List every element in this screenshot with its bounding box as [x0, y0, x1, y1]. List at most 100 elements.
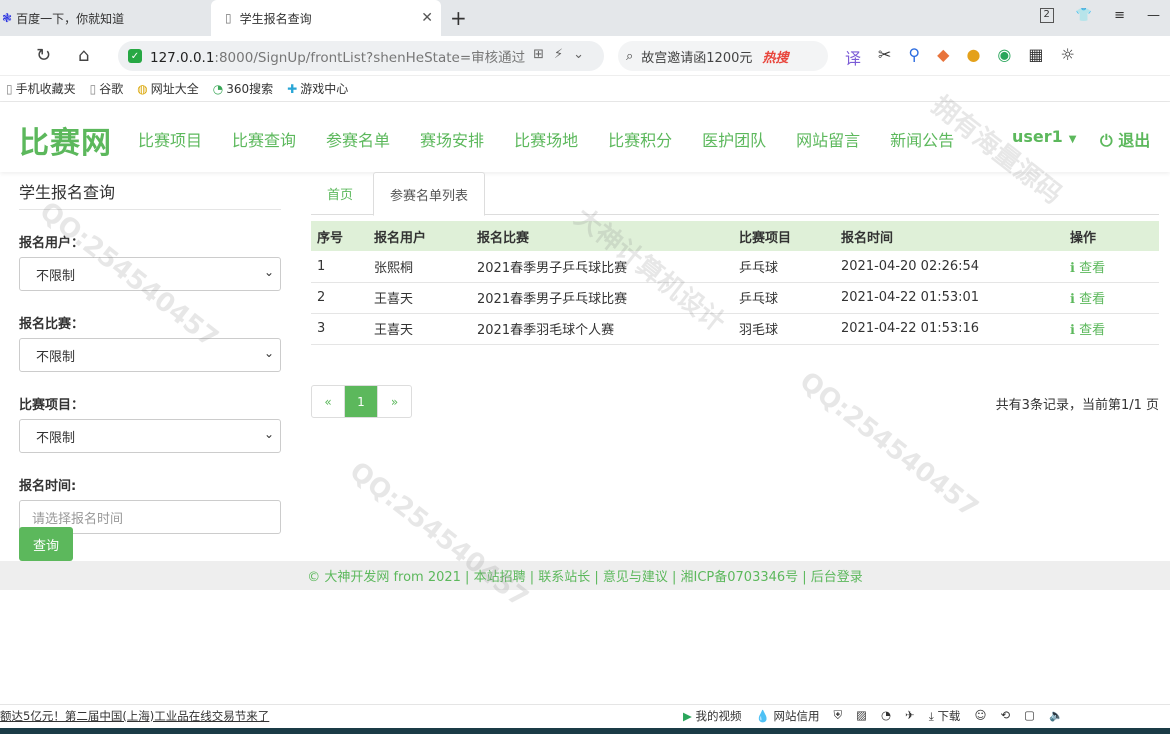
- tab-signup-list[interactable]: 参赛名单列表: [373, 172, 486, 216]
- field-label: 报名用户：: [19, 236, 85, 251]
- next-page-button[interactable]: »: [378, 386, 411, 417]
- site-logo[interactable]: 比赛网: [19, 118, 112, 162]
- site-header: 比赛网 比赛项目 比赛查询 参赛名单 赛场安排 比赛场地 比赛积分 医护团队 网…: [0, 102, 1170, 172]
- baidu-favicon-icon: ❃: [2, 11, 13, 25]
- nav-item[interactable]: 比赛积分: [608, 127, 672, 151]
- query-button[interactable]: 查询: [19, 527, 73, 561]
- browser-toolbar: ↻ ⌂ ✓ 127.0.0.1:8000/SignUp/frontList?sh…: [0, 36, 1170, 76]
- green-app-icon[interactable]: ◉: [997, 45, 1011, 69]
- tab-home[interactable]: 首页: [311, 172, 369, 215]
- rocket-icon[interactable]: ✈: [905, 708, 915, 724]
- cell-item: 乒乓球: [733, 251, 835, 283]
- site-credit-button[interactable]: 💧 网站信用: [756, 708, 820, 724]
- translate-icon[interactable]: 译: [845, 45, 861, 69]
- column-header: 报名时间: [835, 221, 1064, 251]
- speed-icon[interactable]: ◔: [881, 708, 891, 724]
- drop-icon: 💧: [755, 709, 770, 723]
- window-icon[interactable]: ▢: [1024, 708, 1035, 724]
- logout-link[interactable]: ⏻ 退出: [1100, 127, 1150, 151]
- news-ticker-link[interactable]: 额达5亿元！第二届中国(上海)工业品在线交易节来了: [0, 708, 269, 724]
- nav-item[interactable]: 比赛场地: [514, 127, 578, 151]
- new-tab-icon[interactable]: +: [450, 6, 467, 30]
- volume-icon[interactable]: 🔈: [1049, 708, 1063, 724]
- item-select[interactable]: 不限制 ⌄: [19, 419, 281, 453]
- table-row: 2 王喜天 2021春季男子乒乓球比赛 乒乓球 2021-04-22 01:53…: [311, 282, 1159, 314]
- download-button[interactable]: ⤓ 下载: [929, 708, 961, 724]
- tab-title: 学生报名查询: [239, 11, 312, 26]
- match-select[interactable]: 不限制 ⌄: [19, 338, 281, 372]
- view-link[interactable]: ℹ 查看: [1064, 313, 1159, 345]
- nav-item[interactable]: 新闻公告: [890, 127, 954, 151]
- browser-tab-bar: ❃ 百度一下，你就知道 ▯ 学生报名查询 ✕ + 2 👕 ≡ —: [0, 0, 1170, 36]
- content-tabs: 首页 参赛名单列表: [311, 172, 1159, 216]
- info-icon: ℹ: [1070, 260, 1075, 276]
- view-link[interactable]: ℹ 查看: [1064, 282, 1159, 314]
- user-menu[interactable]: user1 ▼: [1012, 127, 1077, 146]
- field-label: 比赛项目：: [19, 398, 85, 413]
- my-video-button[interactable]: ▶ 我的视频: [683, 708, 742, 724]
- nav-item[interactable]: 赛场安排: [420, 127, 484, 151]
- page-icon: ▯: [225, 11, 232, 25]
- robot-icon[interactable]: ☺: [974, 708, 986, 724]
- skin-icon[interactable]: 👕: [1076, 8, 1092, 23]
- browser-tab-active[interactable]: ▯ 学生报名查询 ✕: [211, 0, 441, 36]
- view-link[interactable]: ℹ 查看: [1064, 251, 1159, 283]
- chevron-down-icon: ⌄: [263, 427, 274, 441]
- bookmark-item[interactable]: ▯ 手机收藏夹: [6, 80, 76, 97]
- page-1-button[interactable]: 1: [345, 386, 378, 417]
- sun-icon[interactable]: ☼: [1061, 45, 1075, 69]
- grid-icon[interactable]: ▦: [1028, 45, 1043, 69]
- download-icon: ⤓: [928, 709, 934, 723]
- info-icon: ℹ: [1070, 292, 1075, 307]
- hot-search-badge: 热搜: [762, 50, 789, 66]
- menu-icon[interactable]: ≡: [1114, 8, 1125, 23]
- scissors-icon[interactable]: ✂: [878, 45, 891, 69]
- reload-icon[interactable]: ↻: [36, 45, 51, 66]
- image-icon[interactable]: ▨: [856, 708, 867, 724]
- chevron-down-icon: ⌄: [263, 346, 274, 360]
- filter-sidebar: 学生报名查询 报名用户： 不限制 ⌄ 报名比赛： 不限制 ⌄ 比赛项目： 不限制 ⌄ …: [19, 172, 281, 561]
- shield-icon[interactable]: ⛨: [834, 708, 843, 724]
- column-header: 报名用户: [368, 221, 471, 251]
- pagination: « 1 »: [311, 385, 412, 418]
- nav-item[interactable]: 参赛名单: [326, 127, 390, 151]
- bookmark-item[interactable]: ◔ 360搜索: [213, 80, 273, 97]
- tab-count-badge[interactable]: 2: [1039, 8, 1054, 23]
- page-info: 共有3条记录，当前第1/1 页: [995, 398, 1159, 413]
- cell-item: 乒乓球: [733, 282, 835, 314]
- user-select[interactable]: 不限制 ⌄: [19, 257, 281, 291]
- bookmark-item[interactable]: ◍ 网址大全: [137, 80, 199, 97]
- bookmark-item[interactable]: ✚ 游戏中心: [287, 80, 348, 97]
- column-header: 序号: [311, 221, 368, 251]
- nav-item[interactable]: 比赛项目: [138, 127, 202, 151]
- coin-icon[interactable]: ●: [966, 45, 980, 69]
- nav-item[interactable]: 网站留言: [796, 127, 860, 151]
- close-tab-icon[interactable]: ✕: [421, 10, 433, 26]
- watermark: QQ:254540457: [343, 456, 534, 614]
- nav-item[interactable]: 比赛查询: [232, 127, 296, 151]
- search-box[interactable]: ⌕ 故宫邀请函1200元 热搜: [618, 41, 828, 71]
- caret-down-icon: ▼: [1068, 134, 1077, 145]
- bookmark-item[interactable]: ▯ 谷歌: [90, 80, 124, 97]
- secure-shield-icon: ✓: [128, 49, 142, 63]
- nav-item[interactable]: 医护团队: [702, 127, 766, 151]
- cell-user: 王喜天: [368, 313, 471, 345]
- magnifier-icon[interactable]: ⚲: [908, 45, 920, 69]
- page-icon: ▯: [89, 82, 97, 96]
- column-header: 比赛项目: [733, 221, 835, 251]
- tab-title: 百度一下，你就知道: [16, 11, 125, 26]
- field-label: 报名时间:: [19, 479, 77, 494]
- phone-icon: ▯: [6, 82, 13, 96]
- home-icon[interactable]: ⌂: [78, 45, 89, 66]
- minimize-icon[interactable]: —: [1147, 8, 1160, 23]
- address-bar[interactable]: ✓ 127.0.0.1:8000/SignUp/frontList?shenHe…: [118, 41, 604, 71]
- cell-item: 羽毛球: [733, 313, 835, 345]
- address-actions-icon[interactable]: ⊞⚡⌄: [533, 47, 594, 62]
- signup-table: 序号 报名用户 报名比赛 比赛项目 报名时间 操作 1 张熙桐 2021春季男子…: [311, 221, 1159, 345]
- game-icon[interactable]: ◆: [937, 45, 949, 69]
- browser-tab-baidu[interactable]: ❃ 百度一下，你就知道: [0, 0, 210, 36]
- watermark: QQ:254540457: [793, 366, 984, 524]
- prev-page-button[interactable]: «: [312, 386, 345, 417]
- globe-icon: ◍: [137, 82, 148, 96]
- refresh-icon[interactable]: ⟲: [1000, 708, 1010, 724]
